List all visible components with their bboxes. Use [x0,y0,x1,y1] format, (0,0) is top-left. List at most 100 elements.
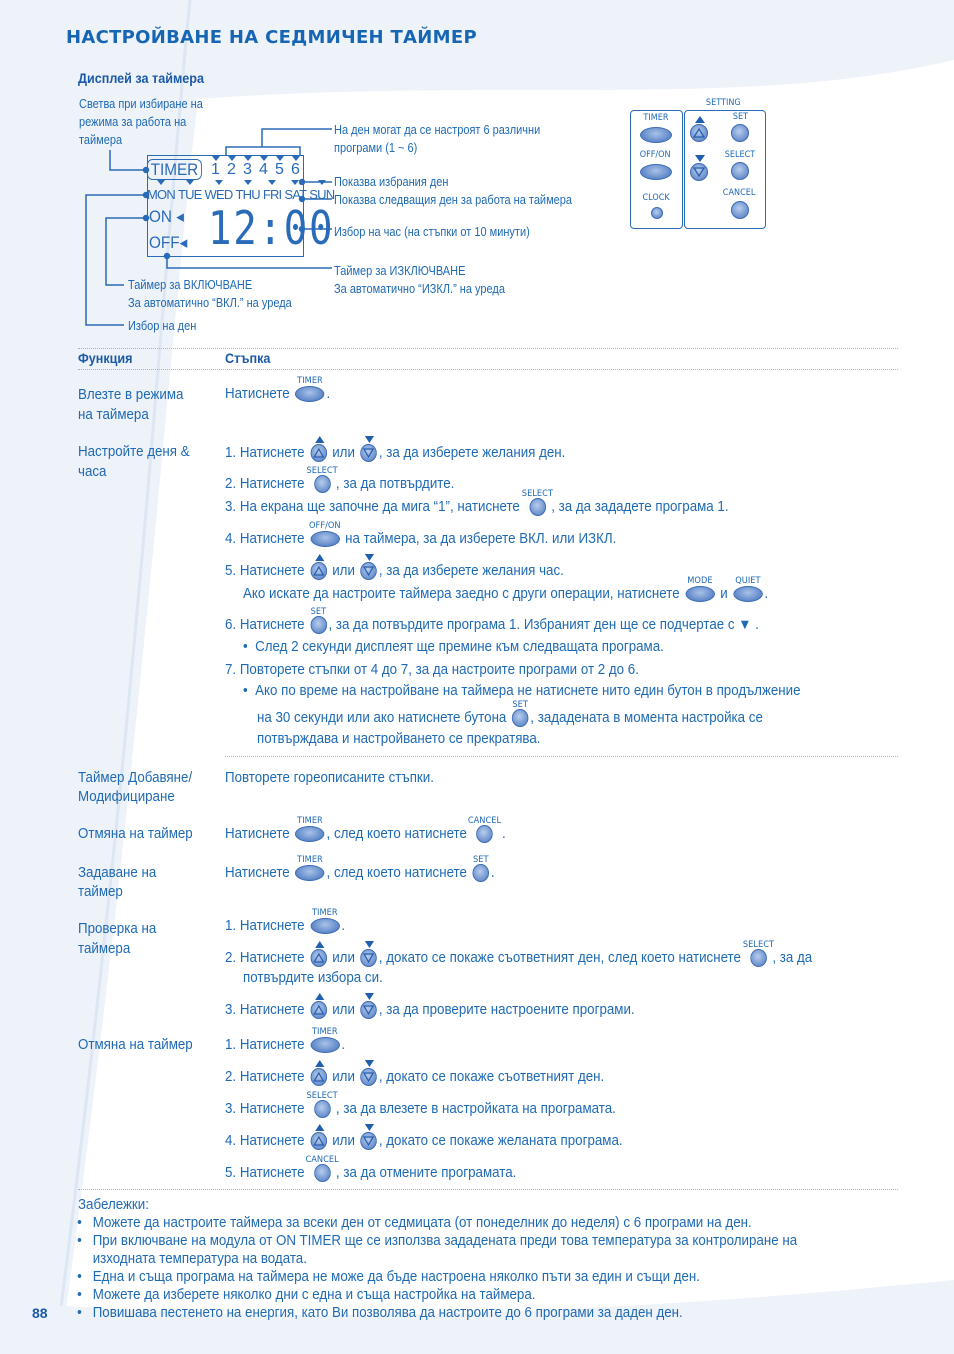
down-arrow-icon [365,941,375,949]
callout-day-select: Избор на ден [128,319,197,333]
remote-select-button[interactable] [731,162,749,180]
notes-list: Можете да настроите таймера за всеки ден… [77,1214,918,1322]
step-add: Повторете гореописаните стъпки. [225,770,434,786]
remote-offon-label: OFF/ON [639,150,671,160]
down-button-inline [360,941,378,968]
triangle-up-icon [312,1072,324,1082]
divider [78,1189,898,1190]
step-setday-5b: Ако искате да настроите таймера заедно с… [243,576,768,604]
set-button-inline: SET [472,855,490,883]
triangle-up-icon [312,566,324,576]
remote-timer-button[interactable] [640,127,672,143]
caption: TIMER [312,908,338,919]
lcd-day-mon: MON [147,180,176,202]
up-arrow-icon [314,993,324,1001]
step-check-2: 2. Натиснете или , докато се покаже съот… [225,940,812,968]
step-text: , докато се покаже желаната програма. [378,1133,623,1149]
lcd-day-tue: TUE [177,180,202,202]
up-button-icon [310,993,327,1020]
callout-lights-1: Светва при избиране на [79,97,203,111]
remote-left-panel: TIMER OFF/ON CLOCK [630,110,683,229]
up-button-inline [310,1060,327,1087]
step-text: Натиснете [239,617,305,633]
step-text: Натиснете [225,826,290,842]
lcd-day-thu: THU [235,180,261,202]
remote-clock-label: CLOCK [642,193,670,203]
step-setting: Натиснете TIMER, след което натиснете SE… [225,855,495,883]
remote-offon-button[interactable] [640,164,672,180]
down-button-icon [360,1060,378,1087]
divider [78,348,898,349]
callout-lights-3: таймера [79,133,123,147]
triangle-down-icon [363,1005,375,1016]
down-button-inline [360,554,378,581]
step-cancel: Натиснете TIMER, след което натиснете CA… [225,816,506,844]
note-item: Една и съща програма на таймера не може … [77,1268,851,1286]
step-text: , за да потвърдите програма 1. Избраният… [328,617,759,633]
down-button-inline [360,436,378,463]
notes-section: Забележки: Можете да настроите таймера з… [77,1196,918,1322]
remote-cancel-label: CANCEL [722,188,756,198]
step-check-3: 3. Натиснете или , за да проверите настр… [225,993,635,1020]
step-cancel2-4: 4. Натиснете или , докато се покаже жела… [225,1124,623,1151]
select-button-inline: SELECT [522,489,553,517]
lcd-on-indicator: ON ◂ [149,207,184,226]
callout-selected-day: Показва избрания ден [334,175,449,189]
offon-button-inline: OFF/ON [309,521,341,549]
caption: CANCEL [305,1155,339,1166]
select-button-inline: SELECT [306,466,338,494]
down-button-icon [360,941,378,968]
function-enter-1: Влезте в режима [78,387,184,403]
down-button-inline [360,1060,378,1087]
step-text: или [332,1133,355,1149]
remote-set-label: SET [732,112,749,122]
triangle-up-icon [312,1005,324,1015]
lcd-program-4: 4 [258,156,269,179]
note-item: Можете да изберете няколко дни с една и … [77,1286,851,1304]
lcd-day-wed: WED [204,180,233,202]
step-setday-6b: • След 2 секунди дисплеят ще премине към… [243,639,664,655]
step-setday-2: 2. Натиснете SELECT , за да потвърдите. [225,466,455,494]
step-text: Натиснете [239,1002,305,1018]
lcd-off-label: OFF [149,233,180,252]
divider [225,756,898,757]
remote-cancel-button[interactable] [731,201,749,219]
step-setday-5: 5. Натиснете или , за да изберете желани… [225,554,564,581]
remote-down-button[interactable] [690,155,708,181]
remote-timer-label: TIMER [643,113,669,123]
down-button-icon [360,436,378,463]
lcd-program-2: 2 [226,156,237,179]
remote-clock-button[interactable] [651,207,663,219]
remote-up-button[interactable] [690,116,708,142]
callout-off-timer-2: За автоматично “ИЗКЛ.” на уреда [334,282,505,296]
step-text: Натиснете [239,918,305,934]
lcd-program-1: 1 [210,156,221,179]
triangle-down-icon [363,1072,375,1083]
down-button-icon [360,993,378,1020]
caption: TIMER [297,376,323,387]
step-text: , за да изберете желания ден. [378,445,566,461]
caption: TIMER [297,816,323,827]
lcd-program-5: 5 [274,156,285,179]
caption: TIMER [312,1027,338,1038]
step-text: и [720,586,728,602]
up-arrow-icon [314,1124,324,1132]
up-arrow-icon [314,436,324,444]
lcd-day-fri: FRI [262,180,282,202]
caption: CANCEL [467,816,502,827]
step-text: на 30 секунди или ако натиснете бутона [257,710,507,726]
step-text: Натиснете [239,563,305,579]
note-item: При включване на модула от ON TIMER ще с… [77,1232,851,1250]
step-text: или [332,1069,355,1085]
down-arrow-icon [365,554,375,562]
function-setting-2: таймер [78,884,123,900]
down-button-inline [360,1124,378,1151]
notes-heading: Забележки: [78,1197,149,1213]
divider [78,369,898,370]
up-button-inline [310,941,327,968]
remote-set-button[interactable] [731,124,749,142]
step-text: , за да проверите настроените програми. [378,1002,635,1018]
up-button-inline [310,993,327,1020]
step-text: , за да потвърдите. [335,476,455,492]
up-button-inline [310,554,327,581]
